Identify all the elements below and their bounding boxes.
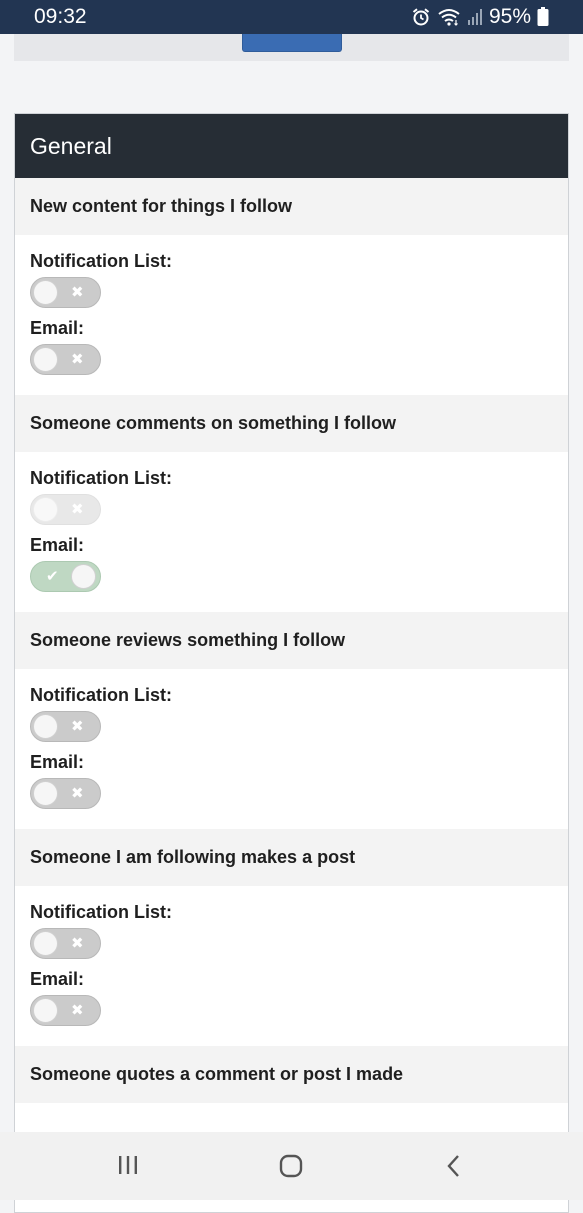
email-toggle[interactable]: ✔: [30, 561, 101, 592]
alarm-icon: [411, 7, 431, 27]
notification-list-toggle[interactable]: ✖: [30, 277, 101, 308]
setting-field: Email: ✖: [30, 316, 553, 375]
toggle-knob: [71, 564, 96, 589]
setting-field: Notification List: ✖: [30, 466, 553, 525]
x-icon: ✖: [71, 351, 84, 368]
notification-list-toggle[interactable]: ✖: [30, 711, 101, 742]
x-icon: ✖: [71, 935, 84, 952]
battery-percent: 95%: [488, 5, 531, 28]
notification-list-toggle: ✖: [30, 494, 101, 525]
toggle-knob: [33, 781, 58, 806]
group-title: Someone comments on something I follow: [15, 395, 568, 452]
group-body: Notification List: ✖ Email: ✖: [15, 669, 568, 829]
settings-group: Someone comments on something I follow No…: [15, 395, 568, 612]
x-icon: ✖: [71, 284, 84, 301]
wifi-icon: [437, 7, 461, 27]
status-time: 09:32: [34, 5, 87, 28]
group-title: Someone quotes a comment or post I made: [15, 1046, 568, 1103]
x-icon: ✖: [71, 785, 84, 802]
setting-field: Notification List: ✖: [30, 249, 553, 308]
panel-title: General: [15, 114, 568, 178]
group-body: Notification List: ✖ Email: ✖: [15, 235, 568, 395]
notification-list-toggle[interactable]: ✖: [30, 928, 101, 959]
group-body: Notification List: ✖ Email: ✖: [15, 886, 568, 1046]
signal-icon: [467, 8, 483, 26]
check-icon: ✔: [46, 568, 59, 585]
previous-section-card: [14, 34, 569, 61]
x-icon: ✖: [71, 718, 84, 735]
toggle-knob: [33, 347, 58, 372]
general-settings-panel: General New content for things I follow N…: [14, 113, 569, 1213]
settings-group: Someone reviews something I follow Notifi…: [15, 612, 568, 829]
setting-field: Notification List: ✖: [30, 683, 553, 742]
battery-icon: [537, 7, 549, 27]
field-label: Email:: [30, 535, 85, 555]
toggle-knob: [33, 280, 58, 305]
setting-field: Notification List: ✖: [30, 900, 553, 959]
email-toggle[interactable]: ✖: [30, 995, 101, 1026]
system-nav-bar: [0, 1132, 583, 1200]
toggle-knob: [33, 714, 58, 739]
setting-field: Email: ✖: [30, 750, 553, 809]
previous-section-button[interactable]: [242, 34, 342, 52]
field-label: Notification List:: [30, 685, 172, 705]
back-icon[interactable]: [444, 1154, 464, 1183]
group-title: Someone I am following makes a post: [15, 829, 568, 886]
settings-group: New content for things I follow Notificat…: [15, 178, 568, 395]
setting-field: Email: ✔: [30, 533, 553, 592]
x-icon: ✖: [71, 501, 84, 518]
toggle-knob: [33, 931, 58, 956]
email-toggle[interactable]: ✖: [30, 344, 101, 375]
x-icon: ✖: [71, 1002, 84, 1019]
status-bar: 09:32 95%: [0, 0, 583, 34]
group-title: New content for things I follow: [15, 178, 568, 235]
settings-group: Someone quotes a comment or post I made: [15, 1046, 568, 1103]
toggle-knob: [33, 497, 58, 522]
home-icon[interactable]: [279, 1154, 303, 1183]
field-label: Email:: [30, 969, 85, 989]
email-toggle[interactable]: ✖: [30, 778, 101, 809]
setting-field: Email: ✖: [30, 967, 553, 1026]
group-body: Notification List: ✖ Email: ✔: [15, 452, 568, 612]
status-icons: 95%: [411, 5, 549, 29]
settings-group: Someone I am following makes a post Notif…: [15, 829, 568, 1046]
field-label: Notification List:: [30, 251, 172, 271]
group-title: Someone reviews something I follow: [15, 612, 568, 669]
field-label: Notification List:: [30, 468, 172, 488]
toggle-knob: [33, 998, 58, 1023]
field-label: Email:: [30, 752, 85, 772]
recents-icon[interactable]: [117, 1154, 139, 1181]
settings-groups: New content for things I follow Notificat…: [15, 178, 568, 1103]
field-label: Notification List:: [30, 902, 172, 922]
field-label: Email:: [30, 318, 85, 338]
